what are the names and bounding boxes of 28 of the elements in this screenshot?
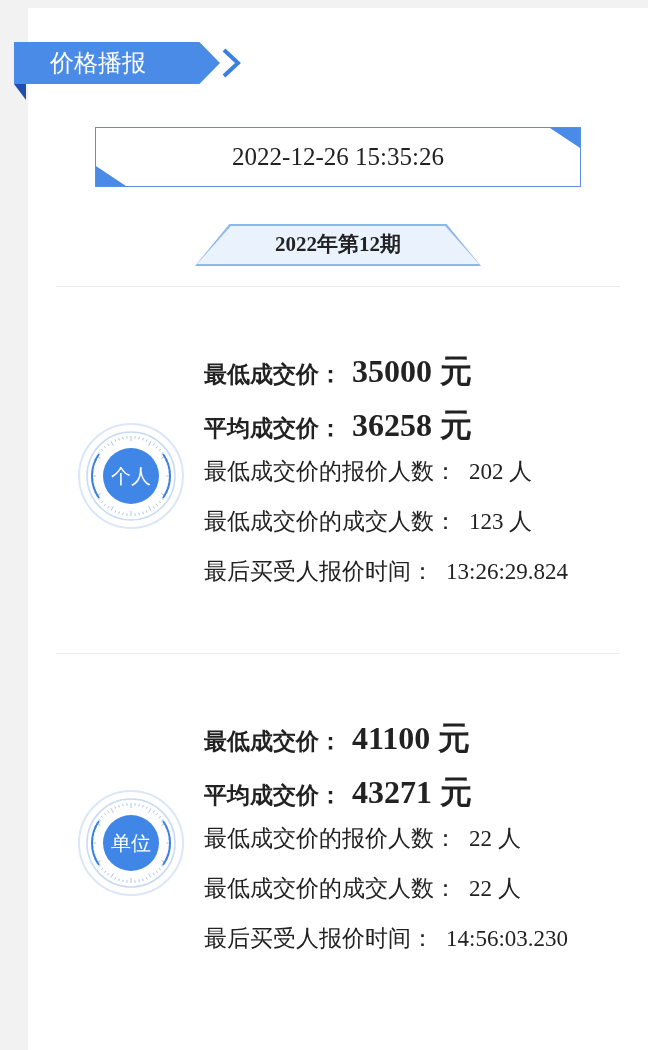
dial-ring-icon	[77, 422, 185, 530]
stat-value: 41100 元	[352, 719, 471, 758]
stat-value: 123 人	[469, 508, 533, 536]
issue-text: 2022年第12期	[275, 231, 401, 259]
stat-value: 22 人	[469, 825, 521, 853]
ribbon-tail-icon	[14, 84, 26, 100]
stat-value: 202 人	[469, 458, 533, 486]
section-title: 价格播报	[50, 51, 146, 75]
category-label: 单位	[111, 833, 151, 853]
dial-ring-icon	[77, 789, 185, 897]
stat-label: 最后买受人报价时间：	[204, 558, 434, 586]
stat-label: 最低成交价的成交人数：	[204, 508, 457, 536]
stat-label: 平均成交价：	[204, 415, 342, 443]
stat-label: 最低成交价的成交人数：	[204, 875, 457, 903]
stat-value: 35000 元	[352, 352, 472, 391]
stat-value: 36258 元	[352, 406, 472, 445]
category-label: 个人	[111, 466, 151, 486]
stat-value: 22 人	[469, 875, 521, 903]
stat-value: 13:26:29.824	[446, 558, 569, 586]
stat-label: 平均成交价：	[204, 782, 342, 810]
stat-label: 最低成交价的报价人数：	[204, 458, 457, 486]
stat-value: 43271 元	[352, 773, 472, 812]
stat-label: 最低成交价：	[204, 361, 342, 389]
stat-label: 最低成交价的报价人数：	[204, 825, 457, 853]
stat-label: 最后买受人报价时间：	[204, 925, 434, 953]
datetime-text: 2022-12-26 15:35:26	[232, 142, 444, 173]
stat-label: 最低成交价：	[204, 728, 342, 756]
stat-value: 14:56:03.230	[446, 925, 569, 953]
